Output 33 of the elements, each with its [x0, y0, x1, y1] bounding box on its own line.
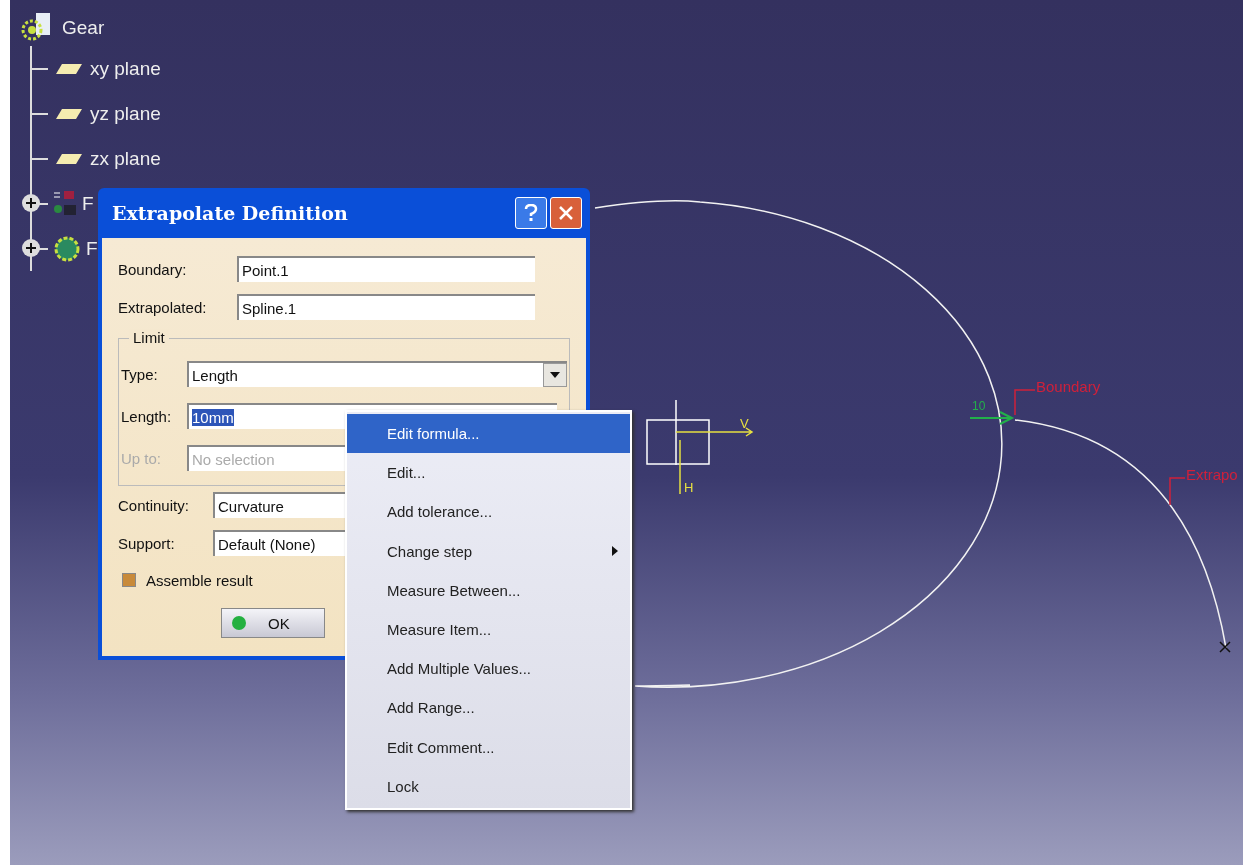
dimension-label: 10 [972, 399, 986, 413]
extrapolated-label: Extrapo [1186, 466, 1238, 483]
field-label: Extrapolated: [118, 298, 208, 316]
boundary-label: Boundary [1036, 378, 1101, 395]
field-label: Type: [121, 365, 159, 383]
tree-item-label[interactable]: xy plane [90, 57, 161, 80]
field-label: Length: [121, 407, 173, 425]
menu-item[interactable]: Lock [347, 766, 630, 806]
menu-item[interactable]: Edit... [347, 453, 630, 493]
tree-item-label[interactable]: yz plane [90, 102, 161, 125]
menu-item[interactable]: Edit Comment... [347, 727, 630, 767]
menu-item[interactable]: Add Range... [347, 688, 630, 728]
field-label: Up to: [121, 449, 163, 467]
field-label: Support: [118, 534, 176, 552]
dropdown[interactable]: Length [187, 361, 567, 387]
tree-item-label[interactable]: Gear [62, 17, 105, 39]
group-legend: Limit [129, 329, 169, 346]
menu-item[interactable]: Add Multiple Values... [347, 649, 630, 689]
field-label: Continuity: [118, 496, 190, 514]
dialog-title: Extrapolate Definition [112, 202, 349, 224]
checkbox-label: Assemble result [146, 571, 253, 589]
field-label: Boundary: [118, 260, 188, 278]
axis-label: V [740, 416, 749, 431]
tree-item-label[interactable]: zx plane [90, 147, 161, 170]
menu-item[interactable]: Measure Between... [347, 570, 630, 610]
menu-item[interactable]: Measure Item... [347, 609, 630, 650]
tree-item-label[interactable]: F [82, 192, 94, 215]
tree-item-label[interactable]: F [86, 237, 98, 260]
axis-label: H [684, 480, 694, 495]
input-field[interactable]: Spline.1 [237, 294, 535, 320]
menu-item[interactable]: Edit formula... [347, 414, 630, 454]
input-field[interactable]: Point.1 [237, 256, 535, 282]
ok-button[interactable]: OK [221, 608, 325, 638]
